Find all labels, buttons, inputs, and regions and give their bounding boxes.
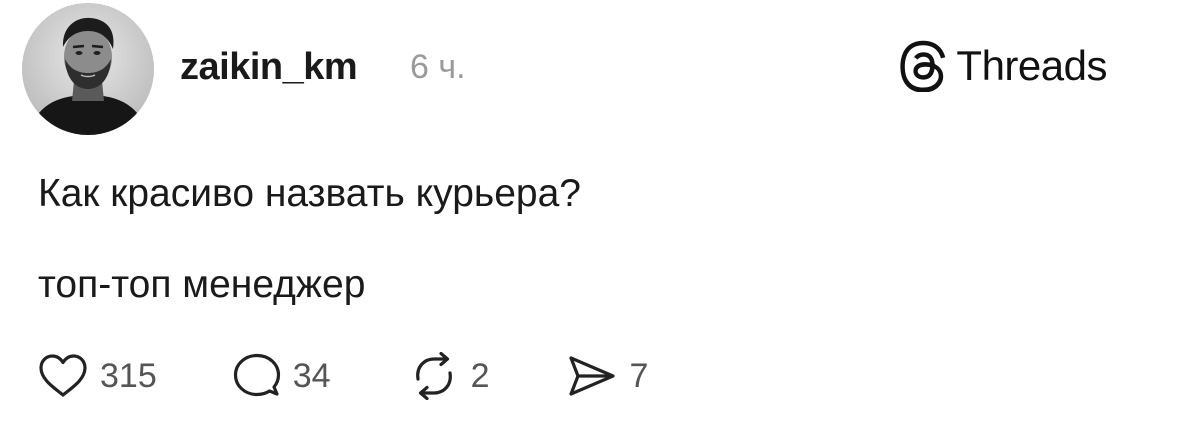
send-icon xyxy=(569,356,616,396)
comment-button[interactable]: 34 xyxy=(233,350,331,402)
threads-post: zaikin_km 6 ч. Threads Как красиво назва… xyxy=(0,0,1179,429)
repost-icon xyxy=(415,352,452,400)
share-count: 7 xyxy=(629,357,649,395)
like-count: 315 xyxy=(100,357,157,395)
avatar-photo xyxy=(22,3,154,135)
heart-icon xyxy=(39,354,87,397)
comment-bubble-icon xyxy=(233,353,280,397)
comment-count: 34 xyxy=(292,357,331,395)
repost-button[interactable]: 2 xyxy=(409,350,490,402)
post-timestamp: 6 ч. xyxy=(410,48,466,86)
threads-logo-icon xyxy=(900,40,946,92)
post-text-line-2: топ-топ менеджер xyxy=(38,263,366,306)
post-text-line-1: Как красиво назвать курьера? xyxy=(38,172,581,215)
post-username[interactable]: zaikin_km xyxy=(180,44,358,90)
repost-count: 2 xyxy=(470,357,490,395)
share-button[interactable]: 7 xyxy=(567,350,648,402)
avatar[interactable] xyxy=(22,3,154,135)
like-button[interactable]: 315 xyxy=(38,350,157,402)
brand-name: Threads xyxy=(956,42,1107,89)
threads-brand: Threads xyxy=(900,40,1107,92)
post-actions: 315 34 2 7 xyxy=(38,350,648,402)
